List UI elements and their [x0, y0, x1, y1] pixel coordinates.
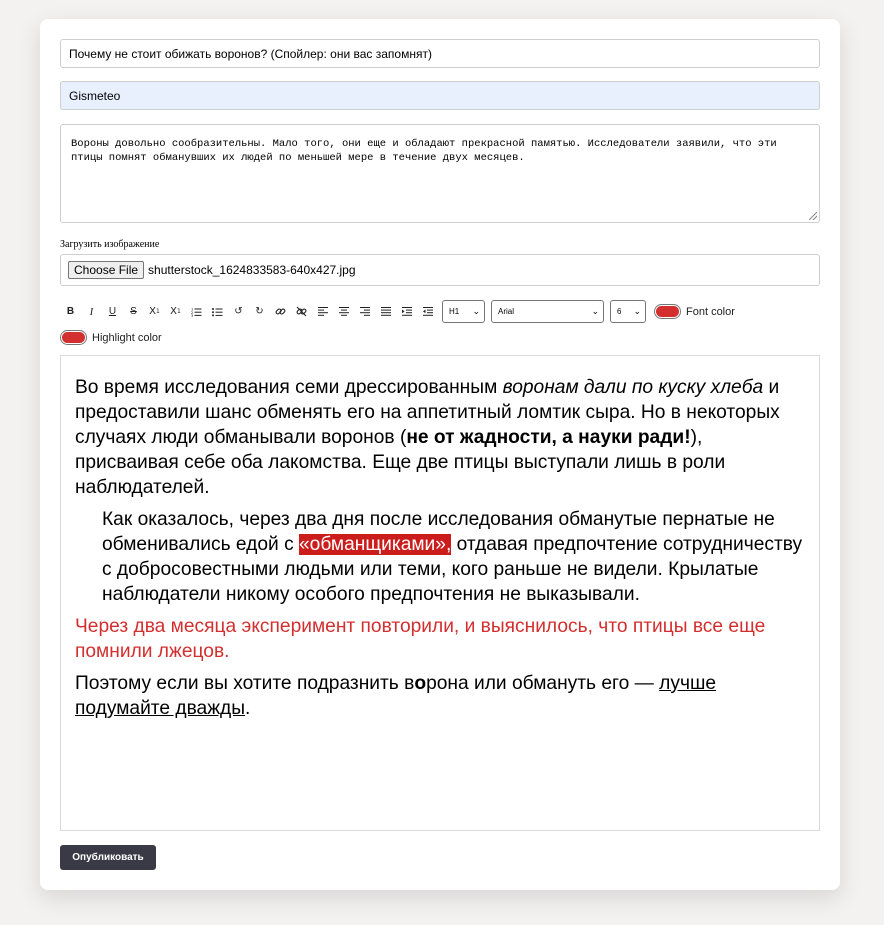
font-color-swatch — [656, 306, 679, 317]
upload-image-label: Загрузить изображение — [60, 239, 160, 250]
resize-grip-icon[interactable] — [809, 212, 817, 220]
bold-text: о — [414, 673, 427, 694]
ordered-list-icon[interactable]: 123 — [186, 301, 207, 323]
outdent-icon[interactable] — [417, 301, 438, 323]
align-center-icon[interactable] — [333, 301, 354, 323]
subscript-icon[interactable]: X1 — [165, 301, 186, 323]
source-input-value: Gismeteo — [69, 88, 121, 103]
bold-icon[interactable]: B — [60, 301, 81, 323]
chevron-down-icon: ⌄ — [633, 306, 641, 317]
editor-paragraph: Во время исследования семи дрессированны… — [75, 375, 805, 500]
editor-toolbar: B I U S X1 X1 123 ↺ ↻ H1 ⌄ Arial ⌄ 6 ⌄ F… — [60, 299, 820, 324]
chevron-down-icon: ⌄ — [591, 306, 599, 317]
summary-textarea-value: Вороны довольно сообразительны. Мало тог… — [71, 138, 777, 164]
text-run: рона или обмануть его — — [426, 673, 660, 694]
font-family-select[interactable]: Arial ⌄ — [491, 300, 604, 323]
indent-icon[interactable] — [396, 301, 417, 323]
font-size-select[interactable]: 6 ⌄ — [610, 300, 646, 323]
superscript-icon[interactable]: X1 — [144, 301, 165, 323]
heading-select[interactable]: H1 ⌄ — [442, 300, 485, 323]
title-input[interactable]: Почему не стоит обижать воронов? (Спойле… — [60, 39, 820, 68]
font-color-picker[interactable] — [654, 304, 681, 319]
highlight-color-picker[interactable] — [60, 330, 87, 345]
align-justify-icon[interactable] — [375, 301, 396, 323]
selected-file-name: shutterstock_1624833583-640x427.jpg — [148, 263, 356, 277]
highlight-color-row: Highlight color — [60, 330, 162, 345]
text-run: Поэтому если вы хотите подразнить в — [75, 673, 415, 694]
align-left-icon[interactable] — [312, 301, 333, 323]
heading-select-value: H1 — [449, 307, 460, 316]
italic-icon[interactable]: I — [81, 301, 102, 323]
svg-text:3: 3 — [191, 314, 193, 317]
strikethrough-icon[interactable]: S — [123, 301, 144, 323]
redo-icon[interactable]: ↻ — [249, 301, 270, 323]
publish-button[interactable]: Опубликовать — [60, 845, 156, 870]
italic-text: воронам дали по куску хлеба — [502, 377, 764, 398]
text-run: Во время исследования семи дрессированны… — [75, 377, 503, 398]
link-icon[interactable] — [270, 301, 291, 323]
file-input[interactable]: Choose File shutterstock_1624833583-640x… — [60, 254, 820, 286]
font-family-select-value: Arial — [498, 307, 515, 316]
highlight-color-label: Highlight color — [92, 331, 162, 344]
highlighted-text: «обманщиками», — [299, 534, 452, 555]
bold-text: не от жадности, а науки ради! — [406, 427, 691, 448]
editor-paragraph: Поэтому если вы хотите подразнить ворона… — [75, 671, 805, 721]
rich-text-editor[interactable]: Во время исследования семи дрессированны… — [60, 355, 820, 831]
unlink-icon[interactable] — [291, 301, 312, 323]
editor-paragraph-red: Через два месяца эксперимент повторили, … — [75, 616, 766, 662]
choose-file-button[interactable]: Choose File — [68, 261, 145, 279]
align-right-icon[interactable] — [354, 301, 375, 323]
title-input-value: Почему не стоит обижать воронов? (Спойле… — [69, 46, 432, 61]
chevron-down-icon: ⌄ — [472, 306, 480, 317]
unordered-list-icon[interactable] — [207, 301, 228, 323]
font-size-select-value: 6 — [617, 307, 622, 316]
post-form-card: Почему не стоит обижать воронов? (Спойле… — [40, 19, 840, 890]
underline-icon[interactable]: U — [102, 301, 123, 323]
editor-paragraph-indented: Как оказалось, через два дня после иссле… — [75, 507, 805, 607]
source-input[interactable]: Gismeteo — [60, 81, 820, 110]
text-run: . — [245, 698, 251, 719]
font-color-label: Font color — [686, 305, 735, 318]
highlight-color-swatch — [62, 332, 85, 343]
undo-icon[interactable]: ↺ — [228, 301, 249, 323]
summary-textarea[interactable]: Вороны довольно сообразительны. Мало тог… — [60, 124, 820, 223]
